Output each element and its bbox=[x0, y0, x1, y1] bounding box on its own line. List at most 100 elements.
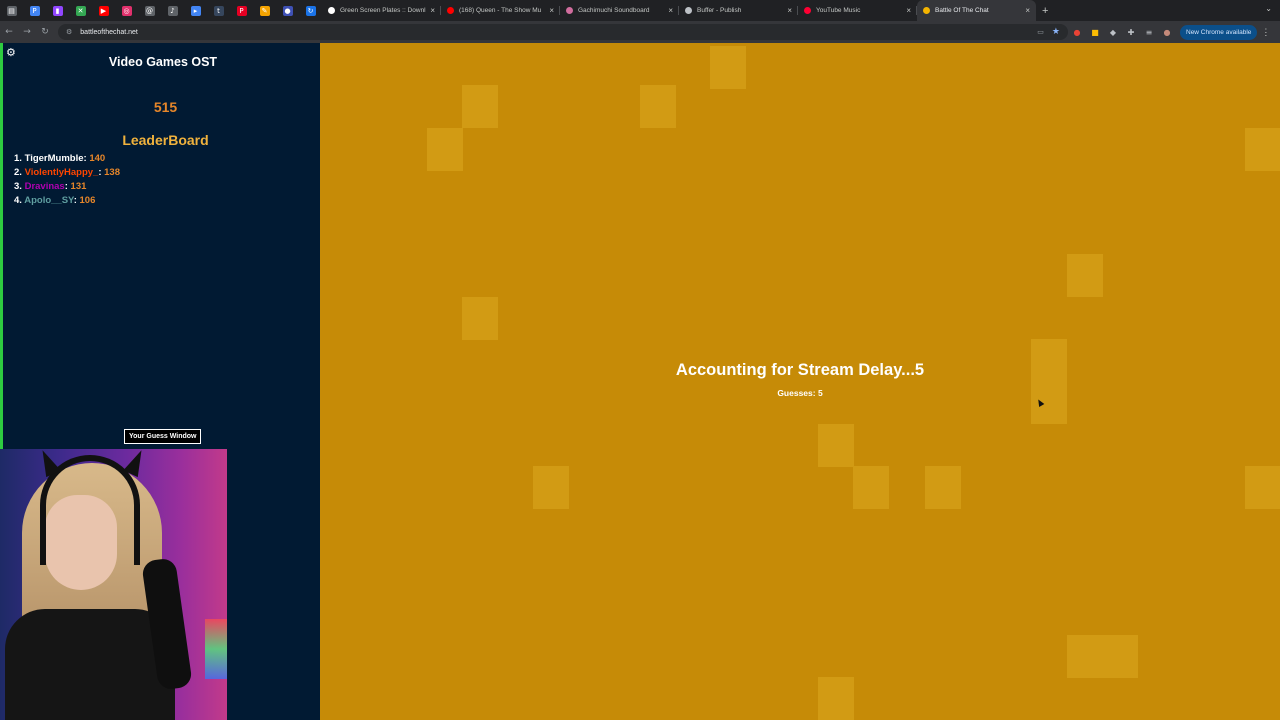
forward-icon[interactable]: → bbox=[18, 27, 36, 37]
tab-title: Green Screen Plates :: Downl bbox=[340, 7, 426, 14]
pen-icon: ✎ bbox=[259, 5, 270, 16]
category-title: Video Games OST bbox=[108, 55, 218, 69]
leaderboard-rank: 2. bbox=[14, 167, 22, 178]
pinned-tab[interactable]: ▤ bbox=[0, 0, 23, 21]
tab-favicon-icon bbox=[447, 7, 454, 14]
browser-tab[interactable]: Buffer - Publish × bbox=[679, 0, 798, 21]
tab-title: Buffer - Publish bbox=[697, 7, 742, 14]
browser-tab[interactable]: Gachimuchi Soundboard × bbox=[560, 0, 679, 21]
new-tab-button[interactable]: + bbox=[1042, 5, 1048, 17]
background-tile bbox=[818, 424, 854, 467]
leaderboard-entry: 3. Dravinas: 131 bbox=[14, 180, 120, 194]
background-tile bbox=[427, 128, 463, 171]
reload-icon[interactable]: ↻ bbox=[36, 27, 54, 37]
background-tile bbox=[533, 466, 569, 509]
tab-favicon-icon bbox=[685, 7, 692, 14]
stream-delay-countdown: Accounting for Stream Delay...5 bbox=[675, 361, 925, 379]
background-tile bbox=[1102, 635, 1138, 678]
pinned-tab[interactable]: ✕ bbox=[69, 0, 92, 21]
instagram-icon: ◎ bbox=[121, 5, 132, 16]
background-tile bbox=[925, 466, 961, 509]
p-app-icon: P bbox=[29, 5, 40, 16]
tab-close-icon[interactable]: × bbox=[668, 6, 673, 15]
tab-close-icon[interactable]: × bbox=[906, 6, 911, 15]
play-icon: ▸ bbox=[190, 5, 201, 16]
leaderboard-name: Apolo__SY bbox=[24, 195, 74, 206]
leaderboard-rank: 1. bbox=[14, 153, 22, 164]
pinned-tab[interactable]: ▸ bbox=[184, 0, 207, 21]
leaderboard-points: 131 bbox=[70, 181, 87, 192]
user-icon: ● bbox=[282, 5, 293, 16]
webcam-keyboard-lights bbox=[205, 619, 227, 679]
extension-red-icon[interactable]: ● bbox=[1068, 28, 1086, 37]
tab-title: Gachimuchi Soundboard bbox=[578, 7, 650, 14]
tab-favicon-icon bbox=[328, 7, 335, 14]
tab-favicon-icon bbox=[804, 7, 811, 14]
twitch-icon: ▮ bbox=[52, 5, 63, 16]
x-app-icon: ✕ bbox=[75, 5, 86, 16]
tab-strip: ▤ P ▮ ✕ ▶ ◎ @ ♪ ▸ t P ✎ ● ↻ Green Screen Plates :: Do… bbox=[0, 0, 1280, 21]
leaderboard-entry: 2. ViolentlyHappy_: 138 bbox=[14, 166, 120, 180]
pinned-tab[interactable]: ◎ bbox=[115, 0, 138, 21]
profile-avatar-icon[interactable]: ● bbox=[1158, 28, 1176, 37]
tab-search-icon[interactable]: ⌄ bbox=[1265, 4, 1272, 13]
pinned-tab[interactable]: P bbox=[23, 0, 46, 21]
extension-yellow-icon[interactable]: ■ bbox=[1086, 28, 1104, 37]
pinterest-icon: P bbox=[236, 5, 247, 16]
extensions-puzzle-icon[interactable]: ✚ bbox=[1122, 28, 1140, 37]
pinned-tab[interactable]: ● bbox=[276, 0, 299, 21]
leaderboard-list: 1. TigerMumble: 140 2. ViolentlyHappy_: 1… bbox=[14, 152, 120, 208]
game-area: Accounting for Stream Delay...5 Guesses:… bbox=[320, 43, 1280, 720]
tab-title: YouTube Music bbox=[816, 7, 861, 14]
camera-blocked-icon[interactable]: ▭ bbox=[1037, 28, 1044, 36]
tabs: Green Screen Plates :: Downl × (168) Queen… bbox=[322, 0, 1036, 21]
guess-window-button[interactable]: Your Guess Window bbox=[124, 429, 202, 444]
background-tile bbox=[1245, 466, 1280, 509]
webcam-overlay bbox=[0, 449, 227, 720]
pinned-tab[interactable]: ✎ bbox=[253, 0, 276, 21]
pinned-tab[interactable]: P bbox=[230, 0, 253, 21]
browser-tab[interactable]: YouTube Music × bbox=[798, 0, 917, 21]
leaderboard-points: 106 bbox=[79, 195, 96, 206]
address-bar[interactable]: ⚙ battleofthechat.net ▭ ★ bbox=[58, 24, 1068, 40]
tab-favicon-icon bbox=[566, 7, 573, 14]
leaderboard-rank: 3. bbox=[14, 181, 22, 192]
bookmark-star-icon[interactable]: ★ bbox=[1052, 27, 1060, 37]
leaderboard-entry: 4. Apolo__SY: 106 bbox=[14, 194, 120, 208]
back-icon[interactable]: ← bbox=[0, 27, 18, 37]
media-control-icon[interactable]: ≡ bbox=[1140, 28, 1158, 37]
tab-close-icon[interactable]: × bbox=[787, 6, 792, 15]
tab-title: Battle Of The Chat bbox=[935, 7, 989, 14]
pinned-tab[interactable]: ♪ bbox=[161, 0, 184, 21]
tab-close-icon[interactable]: × bbox=[430, 6, 435, 15]
menu-icon[interactable]: ⋮ bbox=[1261, 27, 1270, 38]
background-tile bbox=[462, 297, 498, 340]
extension-shield-icon[interactable]: ◆ bbox=[1104, 28, 1122, 37]
tab-close-icon[interactable]: × bbox=[1025, 6, 1030, 15]
threads-icon: @ bbox=[144, 5, 155, 16]
background-tile bbox=[1245, 128, 1280, 171]
page-content: ⚙ Video Games OST 515 LeaderBoard 1. Tig… bbox=[0, 43, 1280, 720]
pinned-tab[interactable]: ▶ bbox=[92, 0, 115, 21]
background-tile bbox=[1067, 635, 1103, 678]
site-info-icon[interactable]: ⚙ bbox=[66, 28, 72, 36]
pinned-tab[interactable]: @ bbox=[138, 0, 161, 21]
browser-tab[interactable]: Green Screen Plates :: Downl × bbox=[322, 0, 441, 21]
refresh-icon: ↻ bbox=[305, 5, 316, 16]
pinned-tab[interactable]: ↻ bbox=[299, 0, 322, 21]
leaderboard-entry: 1. TigerMumble: 140 bbox=[14, 152, 120, 166]
browser-toolbar: ← → ↻ ⚙ battleofthechat.net ▭ ★ ● ■ ◆ ✚ … bbox=[0, 21, 1280, 43]
tumblr-icon: t bbox=[213, 5, 224, 16]
leaderboard-points: 140 bbox=[89, 153, 106, 164]
browser-tab[interactable]: (168) Queen - The Show Mu × bbox=[441, 0, 560, 21]
browser-tab[interactable]: Battle Of The Chat × bbox=[917, 0, 1036, 21]
background-tile bbox=[640, 85, 676, 128]
tab-close-icon[interactable]: × bbox=[549, 6, 554, 15]
leaderboard-name: Dravinas bbox=[24, 181, 65, 192]
pinned-tab[interactable]: ▮ bbox=[46, 0, 69, 21]
chrome-update-button[interactable]: New Chrome available bbox=[1180, 24, 1258, 40]
background-tile bbox=[710, 46, 746, 89]
tab-title: (168) Queen - The Show Mu bbox=[459, 7, 542, 14]
tab-favicon-icon bbox=[923, 7, 930, 14]
pinned-tab[interactable]: t bbox=[207, 0, 230, 21]
